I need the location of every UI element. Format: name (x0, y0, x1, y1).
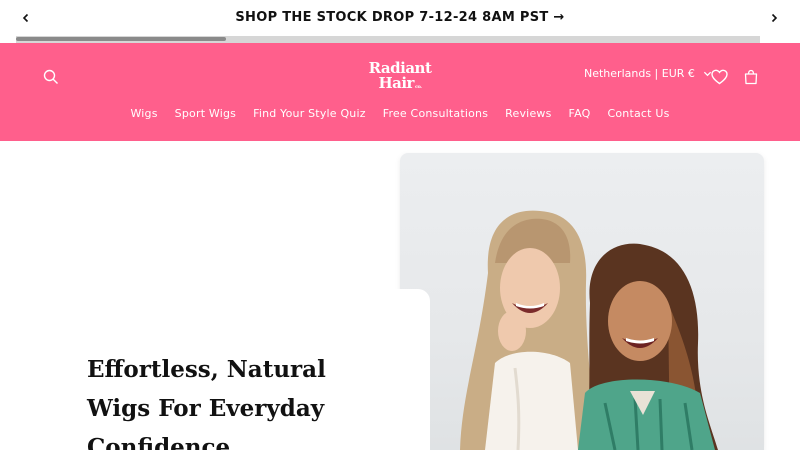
search-icon (43, 69, 58, 84)
main-navigation: Wigs Sport Wigs Find Your Style Quiz Fre… (0, 107, 800, 120)
heart-icon (710, 69, 728, 85)
hero-image (400, 153, 764, 450)
wishlist-button[interactable] (708, 66, 730, 88)
cart-button[interactable] (740, 66, 762, 88)
hero-photo-illustration (460, 210, 718, 450)
nav-faq[interactable]: FAQ (569, 107, 591, 120)
logo-line2: Hairco. (366, 76, 434, 95)
hero-title: Effortless, Natural Wigs For Everyday Co… (87, 356, 326, 450)
logo-hair: Hair (378, 74, 414, 92)
horizontal-scrollbar[interactable] (16, 36, 760, 43)
scrollbar-thumb[interactable] (16, 37, 226, 41)
cart-icon (744, 69, 758, 85)
chevron-right-icon (771, 13, 778, 23)
announcement-next-button[interactable] (764, 8, 784, 28)
announcement-link[interactable]: SHOP THE STOCK DROP 7-12-24 8AM PST → (0, 10, 800, 25)
search-button[interactable] (40, 66, 62, 88)
nav-style-quiz[interactable]: Find Your Style Quiz (253, 107, 366, 120)
country-selector-label: Netherlands | EUR € (584, 67, 695, 80)
announcement-bar: SHOP THE STOCK DROP 7-12-24 8AM PST → (0, 0, 800, 36)
logo[interactable]: Radiant Hairco. (366, 61, 434, 97)
site-header: Radiant Hairco. Netherlands | EUR € Wigs… (0, 43, 800, 141)
logo-co: co. (414, 84, 422, 90)
nav-contact-us[interactable]: Contact Us (607, 107, 669, 120)
nav-sport-wigs[interactable]: Sport Wigs (175, 107, 236, 120)
nav-reviews[interactable]: Reviews (505, 107, 551, 120)
nav-free-consultations[interactable]: Free Consultations (383, 107, 488, 120)
nav-wigs[interactable]: Wigs (130, 107, 157, 120)
country-selector[interactable]: Netherlands | EUR € (584, 67, 712, 80)
